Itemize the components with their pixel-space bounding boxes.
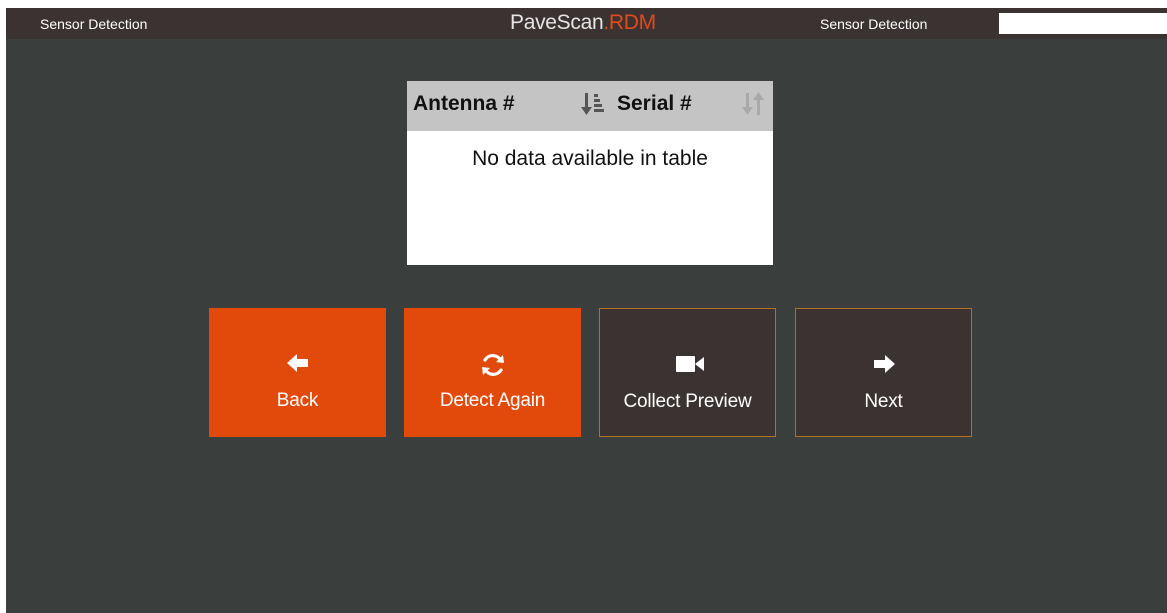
collect-preview-button[interactable]: Collect Preview	[599, 308, 776, 437]
refresh-icon	[481, 354, 504, 376]
next-button[interactable]: Next	[795, 308, 972, 437]
collect-preview-button-label: Collect Preview	[623, 391, 752, 412]
video-camera-icon	[675, 356, 704, 372]
brand-suffix: .RDM	[603, 11, 656, 34]
top-bar: Sensor Detection PaveScan.RDM Sensor Det…	[6, 8, 1167, 39]
page-title-left: Sensor Detection	[40, 16, 148, 32]
arrow-left-icon	[286, 354, 308, 372]
next-button-label: Next	[864, 391, 903, 412]
top-search-input[interactable]	[999, 13, 1167, 34]
sort-neutral-icon[interactable]	[742, 91, 766, 117]
brand-logo: PaveScan.RDM	[510, 11, 656, 35]
sensor-table: Antenna # Serial # No data available in …	[407, 81, 773, 265]
column-header-antenna[interactable]: Antenna #	[413, 92, 515, 116]
detect-again-button[interactable]: Detect Again	[404, 308, 581, 437]
arrow-right-icon	[873, 355, 895, 373]
app-screen: Sensor Detection PaveScan.RDM Sensor Det…	[6, 8, 1167, 613]
table-empty-message: No data available in table	[472, 147, 708, 170]
brand-name: PaveScan	[510, 11, 604, 34]
table-header: Antenna # Serial #	[407, 81, 773, 131]
back-button[interactable]: Back	[209, 308, 386, 437]
sort-descending-icon[interactable]	[581, 91, 605, 117]
page-title-right: Sensor Detection	[820, 16, 928, 32]
back-button-label: Back	[276, 390, 319, 411]
column-header-serial[interactable]: Serial #	[617, 92, 692, 116]
detect-again-button-label: Detect Again	[439, 390, 546, 411]
